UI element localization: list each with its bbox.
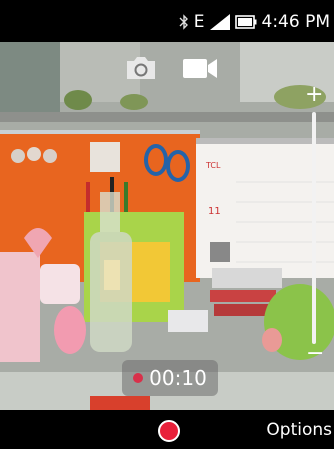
record-icon[interactable] bbox=[158, 420, 180, 442]
zoom-in-icon[interactable]: + bbox=[305, 84, 323, 106]
svg-text:11: 11 bbox=[208, 206, 221, 217]
status-icons: E 4:46 PM bbox=[179, 12, 330, 32]
camera-icon[interactable] bbox=[124, 54, 158, 86]
camera-viewfinder[interactable]: TCL 11 + − 00:10 bbox=[0, 42, 334, 410]
recording-timer-text: 00:10 bbox=[149, 366, 207, 390]
softkey-bar: Options bbox=[0, 410, 334, 449]
battery-icon bbox=[234, 15, 257, 29]
viewfinder-scene: TCL 11 bbox=[0, 42, 334, 410]
network-type: E bbox=[193, 12, 205, 32]
recording-indicator-icon bbox=[133, 373, 144, 383]
options-softkey[interactable]: Options bbox=[266, 420, 332, 440]
status-bar: E 4:46 PM bbox=[0, 0, 334, 42]
svg-text:TCL: TCL bbox=[205, 161, 221, 170]
recording-timer: 00:10 bbox=[122, 360, 218, 396]
bluetooth-icon bbox=[179, 14, 189, 30]
clock: 4:46 PM bbox=[261, 12, 331, 32]
video-camera-icon[interactable] bbox=[181, 54, 219, 86]
zoom-out-icon[interactable]: − bbox=[306, 343, 324, 365]
signal-icon bbox=[209, 14, 230, 30]
zoom-slider[interactable]: + − bbox=[304, 84, 324, 365]
